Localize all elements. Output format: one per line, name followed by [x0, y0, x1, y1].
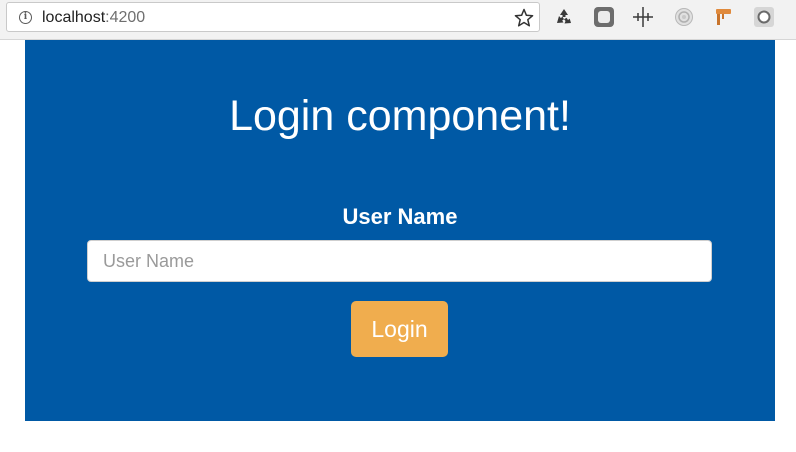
paint-roller-extension-icon[interactable] — [713, 6, 735, 28]
username-label: User Name — [342, 204, 458, 229]
info-icon[interactable]: i — [19, 11, 32, 24]
target-extension-icon[interactable] — [673, 6, 695, 28]
login-button[interactable]: Login — [351, 301, 448, 357]
address-bar[interactable]: i localhost:4200 — [6, 2, 540, 32]
username-input[interactable] — [87, 240, 712, 282]
gray-square-extension-icon[interactable] — [593, 6, 615, 28]
url-text[interactable]: localhost:4200 — [42, 9, 145, 27]
move-cross-extension-icon[interactable] — [632, 6, 654, 28]
login-panel: Login component! User Name Login — [25, 40, 775, 421]
url-host: localhost — [42, 9, 106, 26]
browser-toolbar: i localhost:4200 — [0, 0, 796, 40]
url-port: :4200 — [105, 9, 146, 26]
recycle-extension-icon[interactable] — [553, 6, 575, 28]
bookmark-star-icon[interactable] — [513, 7, 535, 29]
page-title: Login component! — [229, 92, 571, 140]
record-circle-extension-icon[interactable] — [753, 6, 775, 28]
